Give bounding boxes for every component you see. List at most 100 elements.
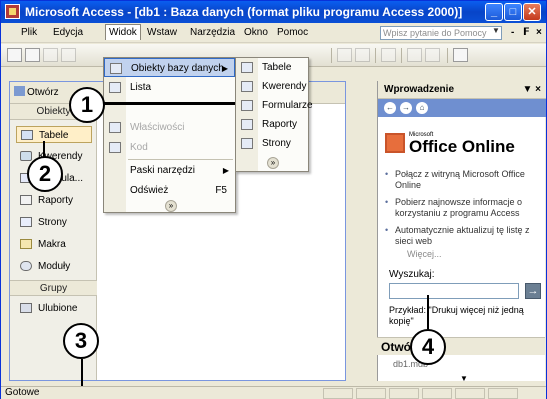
redo-icon[interactable] (355, 48, 370, 62)
mdi-minimize-button[interactable]: - (511, 27, 514, 38)
submenu-arrow-icon: ▶ (221, 64, 228, 73)
status-bar: Gotowe (1, 386, 546, 399)
submenu-strony[interactable]: Strony (236, 134, 308, 153)
office-online-logo[interactable]: Microsoft Office Online (385, 131, 535, 156)
window-title: Microsoft Access - [db1 : Baza danych (f… (25, 5, 463, 19)
close-button[interactable]: ✕ (523, 3, 541, 21)
scroll-down-icon[interactable]: ▼ (460, 374, 468, 383)
menu-okno[interactable]: Okno (244, 27, 268, 38)
menu-widok[interactable]: Widok (105, 24, 141, 40)
objects-submenu: Tabele Kwerendy Formularze Raporty Stron… (235, 57, 313, 172)
save-icon[interactable] (43, 48, 58, 62)
macro-icon (20, 239, 32, 249)
status-text: Gotowe (5, 387, 40, 398)
module-icon (20, 261, 32, 271)
callout-3: 3 (63, 323, 99, 359)
expand-menu-icon[interactable]: » (165, 200, 177, 212)
mdi-restore-button[interactable]: 𝗙 (523, 27, 530, 38)
search-input[interactable] (389, 283, 519, 299)
expand-submenu-icon[interactable]: » (267, 157, 279, 169)
help-icon[interactable] (453, 48, 468, 62)
submenu-arrow-icon: ▶ (222, 166, 229, 175)
report-icon (20, 195, 32, 205)
view-menu-database-objects[interactable]: Obiekty bazy danych ▶ (104, 58, 235, 77)
callout-2: 2 (27, 156, 63, 192)
forward-icon[interactable]: → (400, 102, 412, 114)
search-go-button[interactable]: → (525, 283, 541, 299)
search-label: Wyszukaj: (389, 269, 435, 280)
objects-item-strony[interactable]: Strony (16, 214, 92, 231)
callout-4: 4 (410, 329, 446, 365)
back-icon[interactable]: ← (384, 102, 396, 114)
submenu-tabele[interactable]: Tabele (236, 58, 308, 77)
office-logo-icon (385, 133, 405, 153)
open-section-header: Otwórz (377, 337, 545, 355)
view-menu-code[interactable]: Kod (104, 138, 235, 157)
menu-narzedzia[interactable]: Narzędzia (190, 27, 235, 38)
task-pane-nav: ← → ⌂ (378, 99, 546, 117)
menu-edycja[interactable]: Edycja (53, 27, 83, 38)
view-menu-toolbars[interactable]: Paski narzędzi ▶ (104, 161, 235, 180)
undo-icon[interactable] (337, 48, 352, 62)
open-icon (14, 86, 25, 96)
submenu-formularze[interactable]: Formularze (236, 96, 313, 115)
task-pane-header: Wprowadzenie ▼ × (378, 81, 546, 99)
print-icon[interactable] (61, 48, 76, 62)
code-icon (109, 142, 121, 153)
objects-item-raporty[interactable]: Raporty (16, 192, 92, 209)
objects-item-tabele[interactable]: Tabele (16, 126, 92, 143)
table-icon (21, 130, 33, 140)
view-menu-properties[interactable]: Właściwości (104, 118, 235, 137)
home-icon[interactable]: ⌂ (416, 102, 428, 114)
objects-item-moduly[interactable]: Moduły (16, 258, 92, 275)
menu-bar: Plik Edycja Widok Wstaw Narzędzia Okno P… (1, 23, 546, 43)
relationships-icon[interactable] (407, 48, 422, 62)
objects-item-makra[interactable]: Makra (16, 236, 92, 253)
more-link[interactable]: Więcej... (407, 249, 442, 259)
task-pane-title: Wprowadzenie (384, 84, 455, 95)
mdi-close-button[interactable]: × (536, 27, 542, 38)
list-icon (109, 82, 121, 93)
view-menu-list[interactable]: Lista (104, 78, 235, 97)
help-dropdown-icon[interactable]: ▼ (492, 26, 500, 35)
link-auto-update[interactable]: Automatycznie aktualizuj tę listę z siec… (385, 225, 535, 247)
title-bar: Microsoft Access - [db1 : Baza danych (f… (1, 1, 546, 23)
open-file-icon[interactable] (25, 48, 40, 62)
page-icon (241, 138, 253, 149)
open-object-button[interactable]: Otwórz (14, 86, 59, 98)
refresh-shortcut: F5 (215, 185, 227, 196)
minimize-button[interactable]: _ (485, 3, 503, 21)
groups-item-ulubione[interactable]: Ulubione (16, 300, 92, 317)
report-icon (241, 119, 253, 130)
maximize-button[interactable]: □ (504, 3, 522, 21)
submenu-raporty[interactable]: Raporty (236, 115, 308, 134)
submenu-kwerendy[interactable]: Kwerendy (236, 77, 308, 96)
database-objects-icon (110, 63, 122, 74)
menu-wstaw[interactable]: Wstaw (147, 27, 177, 38)
query-icon (241, 81, 253, 92)
office-links-icon[interactable] (381, 48, 396, 62)
properties-icon (109, 122, 121, 133)
menu-pomoc[interactable]: Pomoc (277, 27, 308, 38)
callout-1-pointer (101, 102, 236, 105)
form-icon (241, 100, 253, 111)
link-office-online[interactable]: Połącz z witryną Microsoft Office Online (385, 169, 535, 191)
task-pane-controls[interactable]: ▼ × (522, 81, 541, 99)
menu-plik[interactable]: Plik (21, 27, 37, 38)
link-latest-news[interactable]: Pobierz najnowsze informacje o korzystan… (385, 197, 535, 219)
open-label: Otwórz (27, 87, 59, 98)
page-icon (20, 217, 32, 227)
search-example: Przykład: "Drukuj więcej niż jedną kopię… (389, 305, 524, 326)
query-icon (20, 151, 32, 161)
help-question-input[interactable]: Wpisz pytanie do Pomocy (380, 26, 502, 40)
view-menu-refresh[interactable]: Odśwież F5 (104, 181, 235, 200)
favorites-icon (20, 303, 32, 313)
new-object-icon[interactable] (425, 48, 440, 62)
groups-header[interactable]: Grupy (10, 280, 97, 296)
access-app-icon[interactable] (5, 4, 20, 19)
task-pane-links: Połącz z witryną Microsoft Office Online… (385, 169, 535, 253)
table-icon (241, 62, 253, 73)
view-menu: Obiekty bazy danych ▶ Lista Właściwości K… (103, 57, 236, 213)
new-file-icon[interactable] (7, 48, 22, 62)
callout-1: 1 (69, 87, 105, 123)
